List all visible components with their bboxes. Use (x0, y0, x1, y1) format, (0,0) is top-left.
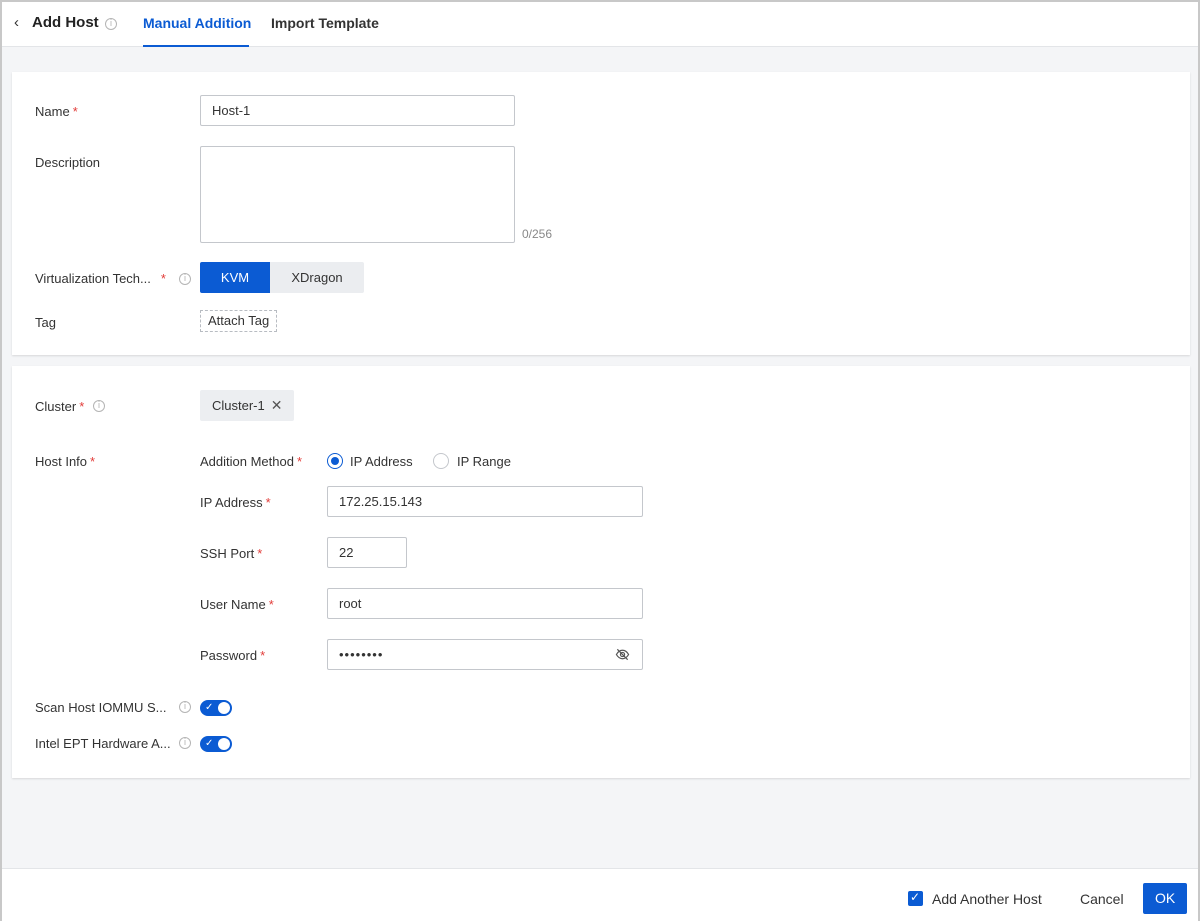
radio-ip-range-label[interactable]: IP Range (457, 454, 511, 469)
name-input[interactable]: Host-1 (200, 95, 515, 126)
tab-import-template[interactable]: Import Template (271, 15, 379, 31)
tag-label: Tag (35, 315, 56, 330)
info-icon: i (179, 273, 191, 285)
password-masked-value: •••••••• (339, 647, 384, 662)
check-icon: ✓ (910, 890, 921, 904)
tab-manual-addition[interactable]: Manual Addition (143, 15, 251, 31)
radio-ip-range[interactable] (433, 453, 449, 469)
password-input[interactable]: •••••••• (327, 639, 643, 670)
attach-tag-button[interactable]: Attach Tag (200, 310, 278, 332)
virt-option-xdragon[interactable]: XDragon (270, 262, 364, 293)
check-icon: ✓ (205, 702, 214, 713)
password-label: Password * (200, 648, 266, 663)
user-name-label: User Name * (200, 597, 274, 612)
ept-toggle[interactable]: ✓ (200, 736, 232, 752)
ok-button[interactable]: OK (1143, 883, 1188, 914)
description-counter: 0/256 (522, 227, 553, 241)
cluster-chip-label: Cluster-1 (212, 398, 265, 413)
add-another-checkbox[interactable]: ✓ (908, 890, 923, 906)
info-icon: i (179, 737, 191, 749)
ssh-port-label: SSH Port * (200, 546, 263, 561)
page-title: Add Host (32, 14, 99, 31)
check-icon: ✓ (205, 738, 214, 749)
radio-ip-address[interactable] (327, 453, 343, 469)
iommu-toggle[interactable]: ✓ (200, 700, 232, 716)
ssh-port-input[interactable]: 22 (327, 537, 407, 568)
virtualization-label: Virtualization Tech... * (35, 271, 166, 286)
info-icon: i (93, 400, 105, 412)
ept-label: Intel EPT Hardware A... (35, 736, 171, 751)
addition-method-label: Addition Method * (200, 454, 303, 469)
radio-ip-address-label[interactable]: IP Address (350, 454, 413, 469)
ip-address-label: IP Address * (200, 495, 271, 510)
name-label: Name * (35, 104, 78, 119)
footer-bar: ✓ Add Another Host Cancel OK (2, 868, 1198, 921)
basic-info-section: Name * Host-1 Description 0/256 Virtualiz… (12, 72, 1190, 355)
info-icon: i (105, 18, 117, 30)
iommu-label: Scan Host IOMMU S... (35, 700, 167, 715)
description-textarea[interactable] (200, 146, 515, 243)
user-name-input[interactable]: root (327, 588, 643, 619)
cancel-button[interactable]: Cancel (1080, 891, 1124, 907)
add-another-label[interactable]: Add Another Host (932, 891, 1042, 907)
cluster-label: Cluster * (35, 399, 85, 414)
info-icon: i (179, 701, 191, 713)
description-label: Description (35, 155, 101, 170)
ip-address-input[interactable]: 172.25.15.143 (327, 486, 643, 517)
close-icon[interactable]: ✕ (271, 397, 283, 413)
virt-option-kvm[interactable]: KVM (200, 262, 270, 293)
eye-off-icon[interactable] (615, 647, 630, 662)
active-tab-indicator (143, 45, 249, 47)
back-icon[interactable]: ‹ (14, 14, 19, 31)
cluster-chip[interactable]: Cluster-1 ✕ (200, 390, 295, 421)
connection-section: Cluster * i Cluster-1 ✕ Host Info * Additio… (12, 366, 1190, 778)
host-info-label: Host Info * (35, 454, 96, 469)
page-header: ‹ Add Host i Manual Addition Import Temp… (2, 2, 1198, 47)
add-host-page: ‹ Add Host i Manual Addition Import Temp… (0, 0, 1200, 921)
